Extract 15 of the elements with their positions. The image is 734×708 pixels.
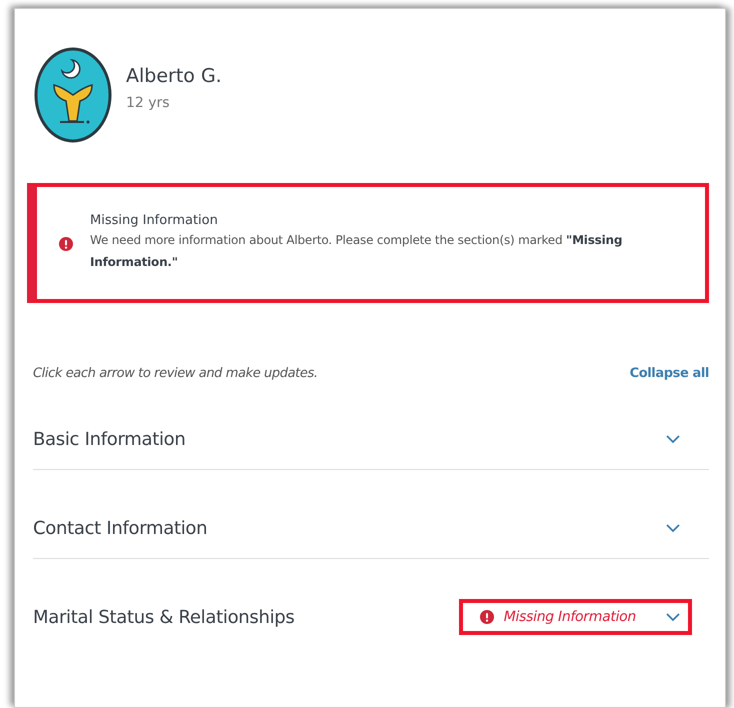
section-title[interactable]: Basic Information [33, 428, 186, 450]
alert-title: Missing Information [90, 213, 219, 228]
chevron-down-icon[interactable] [666, 434, 680, 444]
alert-message: We need more information about Alberto. Please complete the section(s) marked "Missing Information." [90, 232, 624, 271]
alert-icon [59, 237, 73, 251]
section-title[interactable]: Contact Information [33, 518, 208, 538]
profile-name: Alberto G. [126, 65, 222, 87]
chevron-down-icon[interactable] [666, 524, 680, 532]
chevron-down-icon[interactable] [666, 612, 680, 622]
age-label: 12 yrs [126, 95, 171, 111]
missing-info-label: Missing Information [504, 609, 636, 625]
avatar-icon [34, 47, 112, 143]
collapse-all-link[interactable]: Collapse all [630, 366, 709, 381]
instruction-text: Click each arrow to review and make updates. [33, 366, 318, 381]
section-title[interactable]: Marital Status & Relationships [33, 606, 294, 628]
